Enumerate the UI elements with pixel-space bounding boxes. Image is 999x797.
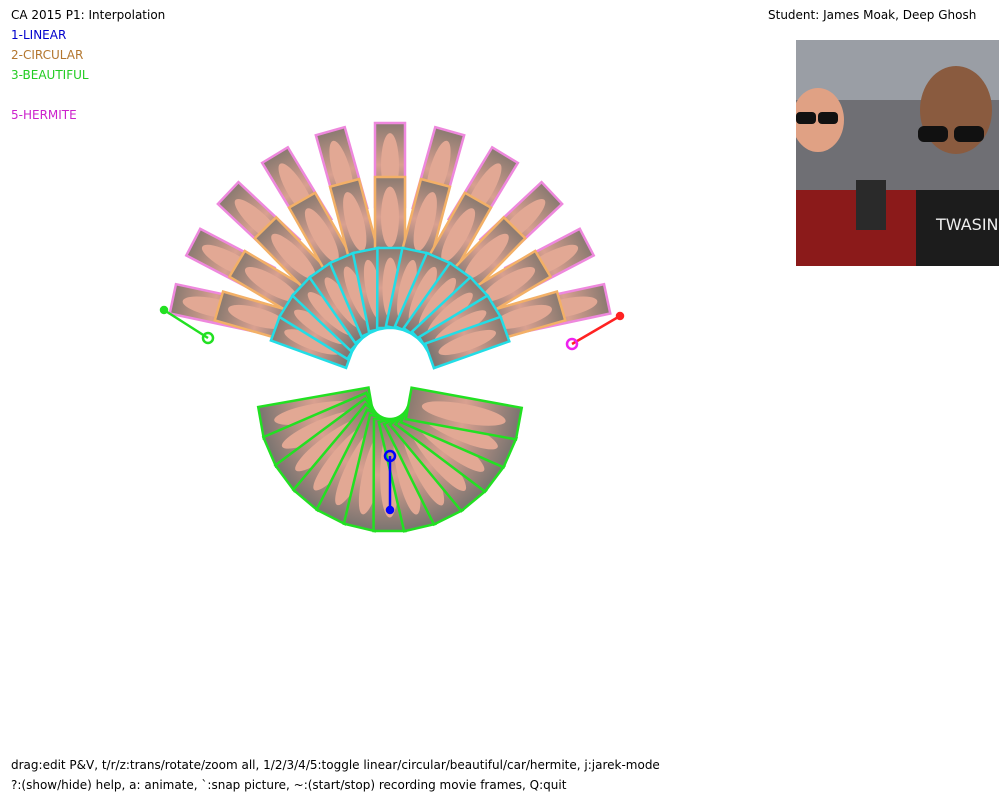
- mode-circular-label: 2-CIRCULAR: [11, 48, 84, 62]
- linear-frame-handle-icon[interactable]: [385, 505, 395, 515]
- mode-hermite-label: 5-HERMITE: [11, 108, 77, 122]
- help-line-1: drag:edit P&V, t/r/z:trans/rotate/zoom a…: [11, 758, 660, 772]
- student-credit: Student: James Moak, Deep Ghosh: [768, 8, 977, 22]
- app-title: CA 2015 P1: Interpolation: [11, 8, 166, 22]
- mode-beautiful-label: 3-BEAUTIFUL: [11, 68, 89, 82]
- start-frame-handle-icon[interactable]: [159, 305, 169, 315]
- help-line-2: ?:(show/hide) help, a: animate, `:snap p…: [11, 778, 567, 792]
- svg-text:TWASIN: TWASIN: [935, 215, 999, 234]
- student-photo-image: TWASIN: [796, 40, 999, 266]
- mode-linear-label: 1-LINEAR: [11, 28, 67, 42]
- circular-frame: [373, 175, 407, 259]
- end-frame-handle-icon[interactable]: [615, 311, 625, 321]
